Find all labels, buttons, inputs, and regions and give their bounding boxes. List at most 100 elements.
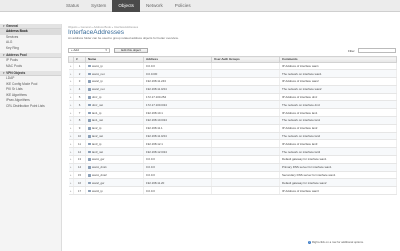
- address-object-icon: [88, 142, 91, 146]
- object-name: lan1_ip: [85, 108, 144, 118]
- table-row[interactable]: ▸ 4 wan2_net 192.168.11.0/24 The network on …: [68, 85, 397, 94]
- object-comment: The network on interface wan2: [279, 85, 397, 94]
- user-auth-groups: [211, 77, 280, 86]
- nav-tab-objects[interactable]: Objects: [112, 0, 140, 12]
- row-number: 2: [73, 69, 86, 79]
- row-number: 3: [73, 77, 86, 86]
- sidebar-section-label: VPN Objects: [6, 71, 26, 75]
- row-number: 16: [73, 178, 86, 188]
- object-name: wan3_ip: [85, 186, 144, 196]
- user-auth-groups: [211, 62, 280, 71]
- table-row[interactable]: ▸ 7 lan1_ip 192.168.10.1 IP Address of inter…: [68, 108, 397, 118]
- object-address: 192.168.12.0/24: [143, 147, 212, 157]
- row-number: 15: [73, 171, 86, 180]
- table-row[interactable]: ▸ 17 wan3_ip 0.0.0.0 IP Address of interface…: [68, 186, 397, 196]
- row-number: 14: [73, 163, 86, 172]
- row-number: 6: [73, 100, 86, 110]
- address-table: # Name Address User Auth Groups Comments…: [68, 56, 397, 196]
- user-auth-groups: [211, 171, 280, 180]
- object-name: wan1_gw: [85, 155, 144, 164]
- row-number: 13: [73, 155, 86, 164]
- table-row[interactable]: ▸ 15 wan1_dns2 0.0.0.0 Secondary DNS server …: [68, 171, 397, 180]
- table-row[interactable]: ▸ 9 lan2_ip 192.168.11.1 IP Address of inter…: [68, 124, 397, 133]
- object-comment: The network on interface lan1: [279, 116, 397, 125]
- object-address: 192.168.11.0/24: [143, 85, 212, 94]
- object-name: lan2_ip: [85, 124, 144, 133]
- object-name: lan3_net: [85, 147, 144, 157]
- object-address: 192.168.11.243: [143, 77, 212, 86]
- object-name: dmz_net: [85, 100, 144, 110]
- object-comment: The network on interface dmz: [279, 100, 397, 110]
- object-name-text: dmz_ip: [92, 95, 102, 100]
- user-auth-groups: [211, 124, 280, 133]
- object-name: wan1_dns2: [85, 171, 144, 180]
- table-row[interactable]: ▸ 2 wan1_net 0.0.0.0/0 The network on interf…: [68, 69, 397, 79]
- object-name: wan2_ip: [85, 77, 144, 86]
- object-name: wan2_net: [85, 85, 144, 94]
- collapse-arrow-icon: ▾: [3, 71, 5, 75]
- row-number: 8: [73, 116, 86, 125]
- object-comment: IP Address of interface lan1: [279, 108, 397, 118]
- add-dropdown[interactable]: + Add ▼: [68, 48, 110, 53]
- object-name-text: wan3_ip: [92, 188, 103, 193]
- table-row[interactable]: ▸ 3 wan2_ip 192.168.11.243 IP Address of int…: [68, 77, 397, 86]
- object-comment: Default gateway for interface wan2: [279, 178, 397, 188]
- table-row[interactable]: ▸ 11 lan3_ip 192.168.12.1 IP Address of inte…: [68, 139, 397, 149]
- table-row[interactable]: ▸ 6 dmz_net 172.17.100.0/24 The network on i…: [68, 100, 397, 110]
- address-object-icon: [88, 103, 91, 107]
- object-address: 0.0.0.0: [143, 163, 212, 172]
- object-name: wan1_ip: [85, 62, 144, 71]
- address-object-icon: [88, 135, 91, 138]
- object-comment: IP Address of interface wan3: [279, 186, 397, 196]
- nav-tab-network[interactable]: Network: [140, 0, 169, 12]
- top-navigation: Status System Objects Network Policies: [60, 0, 197, 12]
- address-object-icon: [88, 158, 91, 161]
- info-icon: i: [308, 240, 311, 244]
- row-number: 11: [73, 139, 86, 149]
- address-object-icon: [88, 88, 91, 91]
- filter-label: Filter: [348, 48, 355, 53]
- address-object-icon: [88, 80, 91, 84]
- object-comment: IP Address of interface dmz: [279, 93, 397, 102]
- main-content: Objects » General » Address Book » Inter…: [68, 25, 397, 196]
- object-name-text: wan2_net: [92, 87, 105, 92]
- address-object-icon: [88, 96, 91, 99]
- object-address: 0.0.0.0: [143, 62, 212, 71]
- table-row[interactable]: ▸ 8 lan1_net 192.168.10.0/24 The network on …: [68, 116, 397, 125]
- object-name: dmz_ip: [85, 93, 144, 102]
- user-auth-groups: [211, 85, 280, 94]
- object-address: 192.168.11.20: [143, 178, 212, 188]
- object-name-text: lan2_net: [92, 134, 104, 139]
- nav-tab-status[interactable]: Status: [60, 0, 85, 12]
- row-number: 12: [73, 147, 86, 157]
- chevron-down-icon: ▼: [104, 49, 108, 52]
- add-dropdown-label: + Add: [71, 48, 79, 52]
- object-name-text: lan1_ip: [92, 110, 102, 115]
- filter-input[interactable]: [358, 48, 396, 53]
- user-auth-groups: [211, 147, 280, 157]
- table-row[interactable]: ▸ 16 wan2_gw 192.168.11.20 Default gateway f…: [68, 178, 397, 188]
- address-object-icon: [88, 72, 91, 76]
- table-row[interactable]: ▸ 12 lan3_net 192.168.12.0/24 The network on…: [68, 147, 397, 157]
- table-row[interactable]: ▸ 14 wan1_dns1 0.0.0.0 Primary DNS server fo…: [68, 163, 397, 172]
- row-number: 4: [73, 85, 86, 94]
- object-comment: IP Address of interface wan1: [279, 62, 397, 71]
- nav-tab-policies[interactable]: Policies: [169, 0, 197, 12]
- table-row[interactable]: ▸ 13 wan1_gw 0.0.0.0 Default gateway for int…: [68, 155, 397, 164]
- edit-this-object-button[interactable]: Edit this object: [114, 48, 148, 53]
- object-name: lan1_net: [85, 116, 144, 125]
- object-address: 0.0.0.0: [143, 186, 212, 196]
- row-number: 7: [73, 108, 86, 118]
- object-address: 192.168.11.1: [143, 124, 212, 133]
- table-row[interactable]: ▸ 10 lan2_net 192.168.11.0/24 The network on…: [68, 132, 397, 141]
- row-number: 17: [73, 186, 86, 196]
- sidebar: ▾ General Address Book Services ALG Key Ring ▾…: [0, 24, 62, 251]
- address-object-icon: [88, 119, 91, 122]
- user-auth-groups: [211, 178, 280, 188]
- table-row[interactable]: ▸ 1 wan1_ip 0.0.0.0 IP Address of interface …: [68, 62, 397, 71]
- nav-tab-system[interactable]: System: [85, 0, 112, 12]
- table-row[interactable]: ▸ 5 dmz_ip 172.17.100.254 IP Address of inte…: [68, 93, 397, 102]
- page-description: An address folder can be used to group r…: [68, 36, 179, 40]
- toolbar: + Add ▼ Edit this object Filter: [68, 47, 396, 56]
